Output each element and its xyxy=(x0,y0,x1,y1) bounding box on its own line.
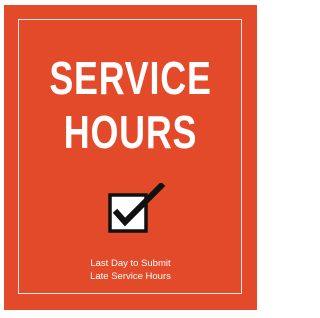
image-frame: SERVICE HOURS Last Day to Submit Late Se… xyxy=(0,0,262,318)
poster-subtitle-line-2: Late Service Hours xyxy=(90,271,171,282)
poster-subtitle-line-1: Last Day to Submit xyxy=(90,258,171,269)
poster-title-line-1: SERVICE xyxy=(49,52,212,104)
service-hours-poster: SERVICE HOURS Last Day to Submit Late Se… xyxy=(4,5,257,310)
poster-title-line-2: HOURS xyxy=(63,106,198,158)
checked-checkbox-icon xyxy=(107,183,167,241)
